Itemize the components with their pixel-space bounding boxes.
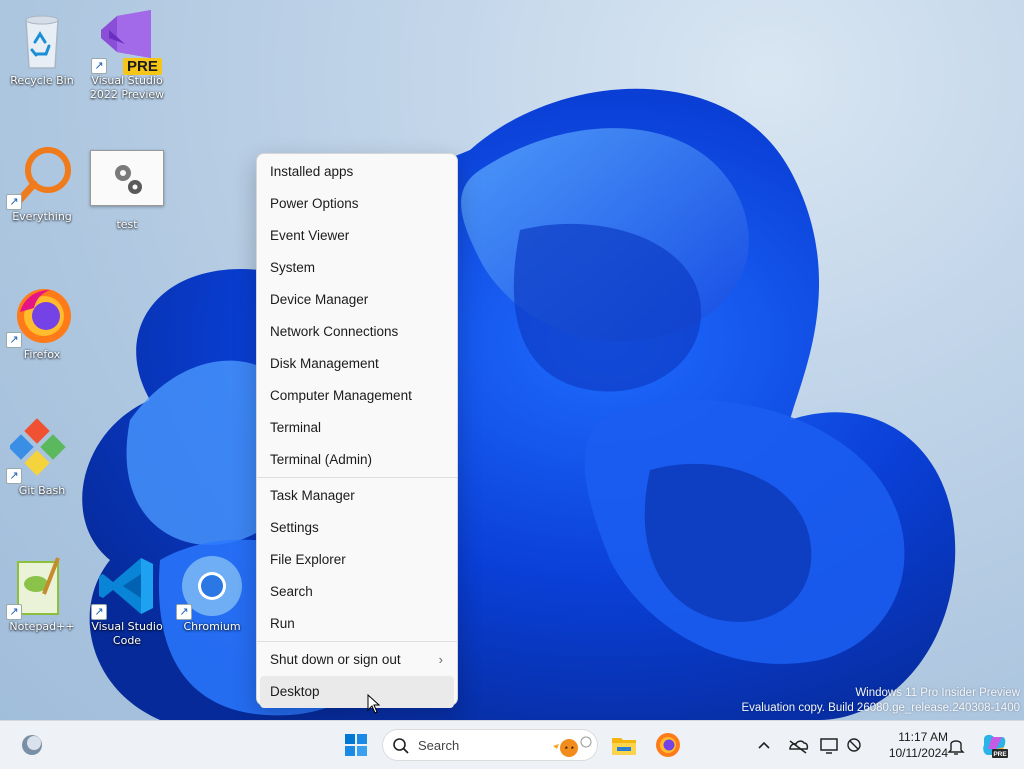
vscode-icon: ↗ [91,554,159,620]
menu-item-shut-down[interactable]: Shut down or sign out › [257,644,457,676]
recycle-bin-icon [10,8,74,72]
taskbar-search-box[interactable]: Search [382,729,598,761]
menu-item-installed-apps[interactable]: Installed apps [257,156,457,188]
file-explorer-button[interactable] [608,729,640,761]
desktop-icon-everything[interactable]: ↗ Everything [2,144,82,224]
watermark-line1: Windows 11 Pro Insider Preview [855,687,1020,699]
visual-studio-preview-label: Visual Studio 2022 Preview [89,74,165,101]
shortcut-arrow-icon: ↗ [91,58,107,74]
chromium-label: Chromium [183,620,241,633]
menu-item-power-options[interactable]: Power Options [257,188,457,220]
menu-item-desktop[interactable]: Desktop [260,676,454,708]
menu-separator [257,641,457,642]
shortcut-arrow-icon: ↗ [91,604,107,620]
file-explorer-icon [612,738,636,755]
menu-item-settings[interactable]: Settings [257,512,457,544]
copilot-pre-icon: PRE [983,734,1008,758]
menu-item-disk-management[interactable]: Disk Management [257,348,457,380]
menu-item-search[interactable]: Search [257,576,457,608]
copilot-button[interactable]: PRE [978,729,1010,761]
vscode-label: Visual Studio Code [91,620,163,647]
display-icon [820,738,838,754]
menu-item-device-manager[interactable]: Device Manager [257,284,457,316]
firefox-label: Firefox [23,348,61,361]
firefox-icon [656,733,680,757]
notepad-plus-plus-label: Notepad++ [9,620,75,633]
menu-item-file-explorer[interactable]: File Explorer [257,544,457,576]
chevron-up-icon [758,741,770,749]
recycle-bin-label: Recycle Bin [10,74,74,87]
desktop-icon-git-bash[interactable]: ↗ Git Bash [2,418,82,498]
menu-separator [257,477,457,478]
show-hidden-icons-button[interactable] [752,729,776,761]
search-icon [393,738,409,754]
windows-start-icon [345,734,367,756]
notification-bell-icon [947,740,965,755]
preview-badge: PRE [123,58,162,75]
network-button[interactable] [842,729,866,761]
menu-item-system[interactable]: System [257,252,457,284]
desktop-icon-notepad-plus-plus[interactable]: ↗ Notepad++ [2,554,82,634]
onedrive-button[interactable] [786,729,810,761]
menu-item-terminal[interactable]: Terminal [257,412,457,444]
chromium-icon: ↗ [176,554,244,620]
desktop-icon-recycle-bin[interactable]: Recycle Bin [2,8,82,88]
evaluation-watermark: Windows 11 Pro Insider Preview Evaluatio… [741,686,1020,716]
everything-label: Everything [12,210,72,223]
chevron-right-icon: › [438,652,443,667]
shortcut-arrow-icon: ↗ [6,468,22,484]
widgets-icon [22,735,42,755]
onedrive-icon [789,740,809,754]
shortcut-arrow-icon: ↗ [176,604,192,620]
menu-item-event-viewer[interactable]: Event Viewer [257,220,457,252]
visual-studio-icon: PRE ↗ [91,8,162,75]
menu-item-network-connections[interactable]: Network Connections [257,316,457,348]
widgets-button[interactable] [16,729,48,761]
git-bash-label: Git Bash [18,484,66,497]
desktop-icon-visual-studio-preview[interactable]: PRE ↗ Visual Studio 2022 Preview [87,8,167,102]
shortcut-arrow-icon: ↗ [6,332,22,348]
clock-time: 11:17 AM [898,730,948,744]
shortcut-arrow-icon: ↗ [6,194,22,210]
shut-down-label: Shut down or sign out [270,652,401,667]
everything-search-icon: ↗ [6,144,74,210]
taskbar: Search 11:17 AM 10/11/2024 PRE [0,720,1024,769]
menu-item-run[interactable]: Run [257,608,457,640]
search-highlight-pumpkin-icon [553,736,592,757]
menu-item-task-manager[interactable]: Task Manager [257,480,457,512]
taskbar-clock[interactable]: 11:17 AM 10/11/2024 [866,729,948,761]
desktop-icon-vscode[interactable]: ↗ Visual Studio Code [87,554,167,648]
shortcut-arrow-icon: ↗ [6,604,22,620]
git-bash-icon: ↗ [6,418,74,484]
taskbar-firefox-button[interactable] [652,729,684,761]
test-label: test [116,218,138,231]
menu-item-terminal-admin[interactable]: Terminal (Admin) [257,444,457,476]
clock-date: 10/11/2024 [888,746,948,760]
watermark-line2: Evaluation copy. Build 26080.ge_release.… [741,702,1020,714]
mouse-cursor-icon [367,694,381,714]
start-button[interactable] [340,729,372,761]
firefox-icon: ↗ [6,282,74,348]
desktop-icon-test[interactable]: test [87,150,167,232]
desktop-icon-chromium[interactable]: ↗ Chromium [172,554,252,634]
network-icon [847,738,861,752]
notepad-plus-plus-icon: ↗ [6,554,74,620]
display-button[interactable] [818,729,842,761]
svg-text:PRE: PRE [993,751,1007,758]
desktop-icon-firefox[interactable]: ↗ Firefox [2,282,82,362]
gear-icon [90,150,164,206]
menu-item-computer-management[interactable]: Computer Management [257,380,457,412]
notifications-button[interactable] [944,729,968,761]
winx-context-menu: Installed apps Power Options Event Viewe… [256,153,458,708]
search-placeholder: Search [418,738,460,753]
